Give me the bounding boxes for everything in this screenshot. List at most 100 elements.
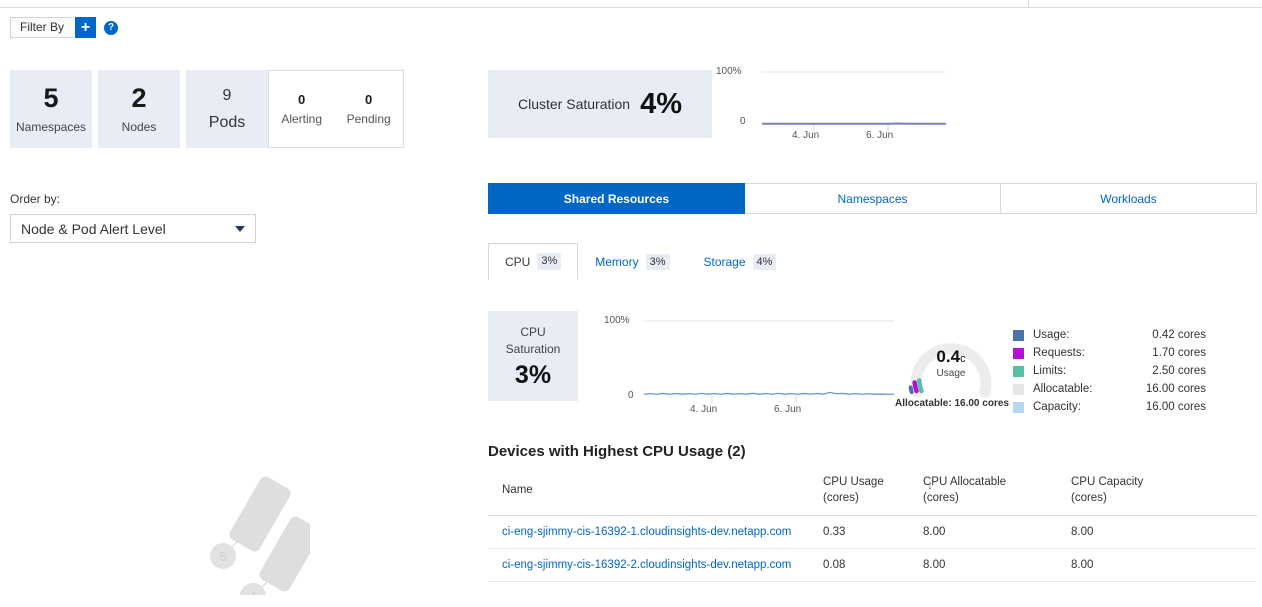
table-row: ci-eng-sjimmy-cis-16392-1.cloudinsights-…: [488, 516, 1257, 549]
top-divider: [0, 7, 1262, 8]
pods-alerting-count: 0: [298, 93, 305, 106]
column-header-cpu-usage-label: CPU Usage: [823, 475, 923, 491]
summary-cards: 5 Namespaces 2 Nodes 9 Pods 0 Alerting 0…: [10, 70, 404, 148]
legend-swatch-allocatable: [1013, 384, 1024, 395]
legend-value-capacity: 16.00 cores: [1128, 401, 1206, 413]
legend-swatch-usage: [1013, 330, 1024, 341]
legend-swatch-limits: [1013, 366, 1024, 377]
legend-value-requests: 1.70 cores: [1128, 347, 1206, 359]
device-name-link[interactable]: ci-eng-sjimmy-cis-16392-2.cloudinsights-…: [488, 559, 823, 571]
cluster-saturation-chart: 100% 0 4. Jun 6. Jun: [716, 62, 946, 140]
table-row: ci-eng-sjimmy-cis-16392-2.cloudinsights-…: [488, 549, 1257, 582]
column-header-cpu-capacity-label: CPU Capacity: [1071, 475, 1221, 491]
cpu-saturation-sparkline-svg: [604, 312, 894, 412]
cluster-saturation-value: 4%: [640, 90, 682, 119]
cs-chart-xtick-2: 6. Jun: [866, 130, 893, 141]
devices-table: Name CPU Usage (cores) ↓ CPU Allocatable…: [488, 475, 1257, 582]
main-tabs: Shared Resources Namespaces Workloads: [488, 183, 1257, 214]
pods-status-panel: 0 Alerting 0 Pending: [268, 70, 404, 148]
column-header-name-label: Name: [502, 483, 533, 499]
cpu-saturation-label-1: CPU: [520, 324, 545, 340]
filter-by-button[interactable]: Filter By: [10, 17, 73, 38]
device-cpu-allocatable: 8.00: [923, 526, 1071, 538]
summary-card-nodes[interactable]: 2 Nodes: [98, 70, 180, 148]
pods-summary: 9 Pods: [186, 70, 268, 148]
legend-item-limits: Limits: 2.50 cores: [1013, 362, 1206, 380]
column-header-cpu-usage[interactable]: CPU Usage (cores) ↓: [823, 475, 923, 506]
order-by-label: Order by:: [10, 192, 256, 206]
legend-item-allocatable: Allocatable: 16.00 cores: [1013, 380, 1206, 398]
device-cpu-usage: 0.08: [823, 559, 923, 571]
sub-tab-cpu-badge: 3%: [537, 253, 561, 269]
cluster-saturation-card: Cluster Saturation 4%: [488, 70, 712, 138]
tab-shared-resources[interactable]: Shared Resources: [488, 183, 745, 214]
gauge-value-number: 0.4: [936, 347, 960, 366]
devices-table-title: Devices with Highest CPU Usage (2): [488, 443, 746, 460]
sub-tab-cpu[interactable]: CPU 3%: [488, 243, 578, 280]
sub-tab-memory[interactable]: Memory 3%: [578, 243, 686, 280]
column-header-name[interactable]: Name: [488, 475, 823, 506]
sub-tab-storage-badge: 4%: [753, 254, 777, 270]
order-by-section: Order by: Node & Pod Alert Level: [10, 192, 256, 243]
column-header-cpu-allocatable[interactable]: CPU Allocatable (cores): [923, 475, 1071, 506]
cpu-saturation-card: CPU Saturation 3%: [488, 311, 578, 401]
order-by-select[interactable]: Node & Pod Alert Level: [10, 214, 256, 243]
pods-pending-label: Pending: [347, 113, 391, 125]
add-filter-button[interactable]: +: [75, 17, 96, 38]
column-header-cpu-capacity[interactable]: CPU Capacity (cores): [1071, 475, 1221, 506]
device-cpu-capacity: 8.00: [1071, 526, 1221, 538]
namespaces-label: Namespaces: [16, 121, 86, 133]
nodes-count: 2: [131, 85, 146, 112]
gauge-center-text: 0.4c Usage: [897, 348, 1005, 379]
device-cpu-allocatable: 8.00: [923, 559, 1071, 571]
device-name-link[interactable]: ci-eng-sjimmy-cis-16392-1.cloudinsights-…: [488, 526, 823, 538]
sub-tab-storage[interactable]: Storage 4%: [687, 243, 794, 280]
pods-pending[interactable]: 0 Pending: [347, 93, 391, 125]
legend-value-limits: 2.50 cores: [1128, 365, 1206, 377]
chevron-down-icon: [235, 226, 245, 232]
order-by-selected-value: Node & Pod Alert Level: [21, 221, 166, 237]
gauge-value-unit: c: [960, 353, 966, 365]
legend-item-usage: Usage: 0.42 cores: [1013, 326, 1206, 344]
gauge-value: 0.4c: [897, 348, 1005, 365]
pods-alerting[interactable]: 0 Alerting: [281, 93, 322, 125]
pods-label: Pods: [209, 114, 245, 132]
legend-label-capacity: Capacity:: [1033, 401, 1128, 413]
sub-tab-memory-badge: 3%: [646, 254, 670, 270]
legend-label-limits: Limits:: [1033, 365, 1128, 377]
cluster-saturation-label: Cluster Saturation: [518, 96, 630, 112]
legend-label-requests: Requests:: [1033, 347, 1128, 359]
cpu-chart-ytick-max: 100%: [604, 315, 630, 326]
help-icon[interactable]: ?: [104, 21, 118, 35]
devices-table-header: Name CPU Usage (cores) ↓ CPU Allocatable…: [488, 475, 1257, 516]
cpu-chart-ytick-min: 0: [628, 390, 634, 401]
svg-text:5: 5: [219, 549, 226, 564]
legend-item-requests: Requests: 1.70 cores: [1013, 344, 1206, 362]
tab-workloads[interactable]: Workloads: [1001, 183, 1257, 214]
cpu-usage-legend: Usage: 0.42 cores Requests: 1.70 cores L…: [1013, 326, 1206, 416]
cluster-detail-page: Filter By + ? 5 Namespaces 2 Nodes 9 Pod…: [0, 0, 1262, 607]
nodes-label: Nodes: [122, 121, 157, 133]
pods-pending-count: 0: [365, 93, 372, 106]
top-divider-tick: [1028, 0, 1029, 8]
namespaces-count: 5: [43, 85, 58, 112]
sort-descending-icon[interactable]: ↓: [927, 477, 933, 493]
summary-card-namespaces[interactable]: 5 Namespaces: [10, 70, 92, 148]
summary-card-pods[interactable]: 9 Pods 0 Alerting 0 Pending: [186, 70, 404, 148]
tab-namespaces[interactable]: Namespaces: [745, 183, 1001, 214]
resource-sub-tabs: CPU 3% Memory 3% Storage 4%: [488, 243, 793, 280]
column-header-cpu-capacity-unit: (cores): [1071, 491, 1221, 507]
cs-chart-ytick-max: 100%: [716, 66, 742, 77]
cpu-saturation-value: 3%: [515, 363, 551, 388]
cpu-chart-xtick-2: 6. Jun: [774, 404, 801, 415]
sub-tab-memory-label: Memory: [595, 255, 638, 269]
cpu-saturation-chart: 100% 0 4. Jun 6. Jun: [604, 312, 894, 412]
cs-chart-ytick-min: 0: [740, 116, 746, 127]
column-header-cpu-allocatable-label: CPU Allocatable: [923, 475, 1071, 491]
filter-bar: Filter By + ?: [10, 17, 118, 38]
legend-label-usage: Usage:: [1033, 329, 1128, 341]
legend-value-allocatable: 16.00 cores: [1128, 383, 1206, 395]
cluster-saturation-sparkline-svg: [716, 62, 946, 140]
gauge-sublabel: Usage: [897, 368, 1005, 379]
device-cpu-capacity: 8.00: [1071, 559, 1221, 571]
